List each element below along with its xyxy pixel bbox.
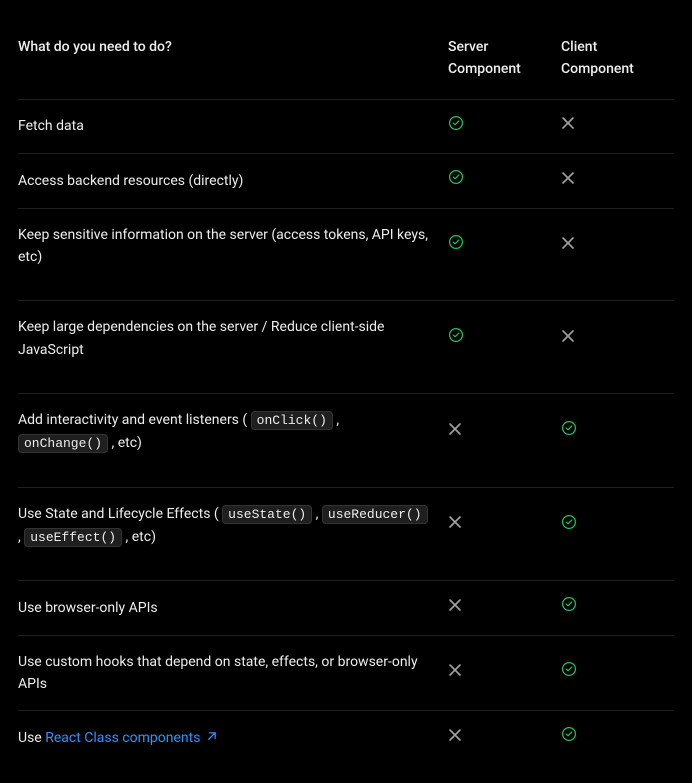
table-row: Fetch data [18, 99, 674, 153]
x-icon [448, 598, 462, 612]
table-row: Use custom hooks that depend on state, e… [18, 635, 674, 711]
check-icon [561, 661, 577, 677]
table-row: Access backend resources (directly) [18, 154, 674, 208]
x-icon [561, 116, 575, 130]
check-icon [448, 327, 464, 343]
task-cell: Access backend resources (directly) [18, 154, 448, 208]
task-cell: Keep large dependencies on the server / … [18, 301, 448, 394]
header-client-line1: Client [561, 36, 666, 58]
check-icon [448, 169, 464, 185]
x-icon [448, 422, 462, 436]
task-cell: Use React Class components [18, 711, 448, 765]
table-row: Use State and Lifecycle Effects ( useSta… [18, 487, 674, 581]
task-cell: Add interactivity and event listeners ( … [18, 394, 448, 488]
header-server-line2: Component [448, 58, 553, 80]
check-icon [448, 115, 464, 131]
table-row: Keep large dependencies on the server / … [18, 301, 674, 394]
table-row: Keep sensitive information on the server… [18, 208, 674, 301]
check-icon [561, 596, 577, 612]
server-cell [448, 99, 561, 153]
server-cell [448, 154, 561, 208]
task-cell: Use State and Lifecycle Effects ( useSta… [18, 487, 448, 581]
table-body: Fetch dataAccess backend resources (dire… [18, 99, 674, 765]
x-icon [561, 171, 575, 185]
code-token: useReducer() [322, 505, 428, 524]
client-cell [561, 208, 674, 301]
task-cell: Keep sensitive information on the server… [18, 208, 448, 301]
header-server: Server Component [448, 18, 561, 99]
check-icon [561, 726, 577, 742]
header-client: Client Component [561, 18, 674, 99]
header-client-line2: Component [561, 58, 666, 80]
task-cell: Fetch data [18, 99, 448, 153]
server-cell [448, 487, 561, 581]
client-cell [561, 581, 674, 635]
code-token: useState() [222, 505, 312, 524]
client-cell [561, 154, 674, 208]
check-icon [448, 234, 464, 250]
external-link[interactable]: React Class components [45, 730, 217, 746]
server-cell [448, 208, 561, 301]
x-icon [561, 329, 575, 343]
client-cell [561, 711, 674, 765]
table-row: Use React Class components [18, 711, 674, 765]
server-cell [448, 711, 561, 765]
comparison-table: What do you need to do? Server Component… [18, 18, 674, 765]
table-row: Add interactivity and event listeners ( … [18, 394, 674, 488]
server-cell [448, 394, 561, 488]
code-token: onClick() [251, 411, 333, 430]
server-cell [448, 635, 561, 711]
header-server-line1: Server [448, 36, 553, 58]
x-icon [448, 728, 462, 742]
code-token: useEffect() [24, 528, 122, 547]
server-cell [448, 581, 561, 635]
client-cell [561, 635, 674, 711]
external-link-icon [200, 730, 216, 746]
x-icon [561, 236, 575, 250]
check-icon [561, 420, 577, 436]
check-icon [561, 514, 577, 530]
code-token: onChange() [18, 434, 108, 453]
x-icon [448, 515, 462, 529]
x-icon [448, 663, 462, 677]
task-cell: Use custom hooks that depend on state, e… [18, 635, 448, 711]
table-row: Use browser-only APIs [18, 581, 674, 635]
server-cell [448, 301, 561, 394]
client-cell [561, 394, 674, 488]
task-cell: Use browser-only APIs [18, 581, 448, 635]
client-cell [561, 99, 674, 153]
header-task: What do you need to do? [18, 18, 448, 99]
client-cell [561, 487, 674, 581]
client-cell [561, 301, 674, 394]
